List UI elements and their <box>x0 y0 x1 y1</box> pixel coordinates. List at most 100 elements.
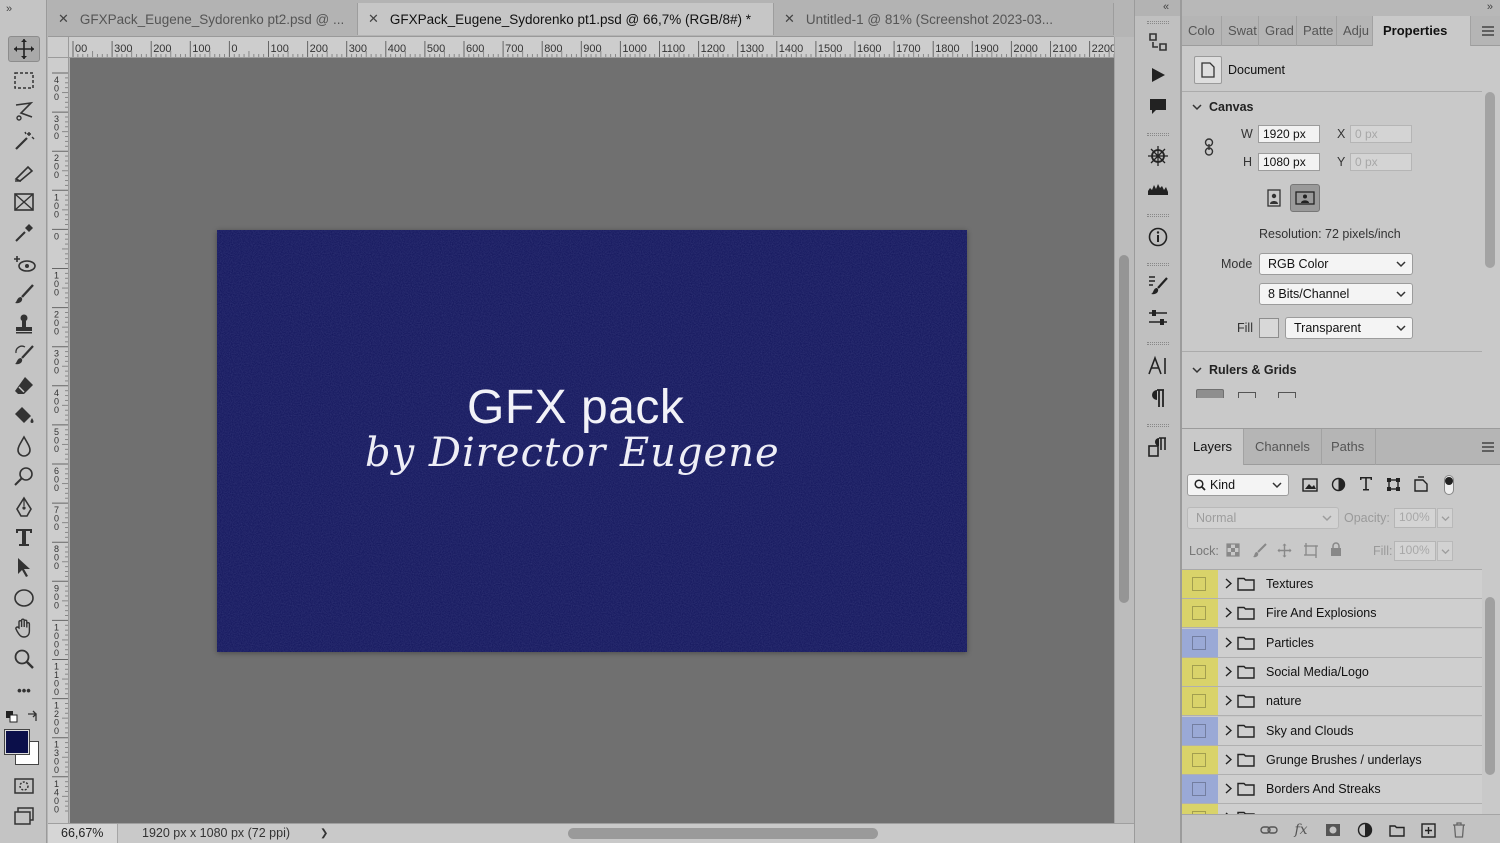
comments-panel-button[interactable] <box>1144 95 1172 119</box>
grid-toggle-button[interactable] <box>1238 392 1256 398</box>
eraser-tool[interactable] <box>8 372 40 398</box>
character-panel-button[interactable] <box>1144 354 1172 378</box>
filter-pixel-layers-icon[interactable] <box>1302 478 1318 492</box>
eyedropper-tool[interactable] <box>8 220 40 246</box>
horizontal-ruler[interactable]: 00 300 200 100 0 100 200 300 400 500 600 700 800 900 1… <box>48 37 1114 58</box>
foreground-color-swatch[interactable] <box>4 729 30 755</box>
expand-arrow-icon[interactable] <box>1225 666 1232 677</box>
expand-arrow-icon[interactable] <box>1225 783 1232 794</box>
layer-row[interactable]: Particles <box>1182 628 1482 658</box>
filter-smart-objects-icon[interactable] <box>1414 476 1428 492</box>
expand-arrow-icon[interactable] <box>1225 695 1232 706</box>
actions-panel-button[interactable] <box>1144 63 1172 87</box>
new-layer-button[interactable] <box>1419 821 1437 839</box>
swap-colors-icon[interactable] <box>26 710 39 723</box>
document-tab-pt2[interactable]: ✕ GFXPack_Eugene_Sydorenko pt2.psd @ ... <box>48 3 358 35</box>
layer-row[interactable] <box>1182 804 1482 814</box>
paragraph-styles-button[interactable] <box>1144 435 1172 459</box>
tab-color[interactable]: Colo <box>1182 16 1222 46</box>
blend-mode-select[interactable]: Normal <box>1187 507 1339 529</box>
layer-visibility-toggle[interactable] <box>1192 752 1206 767</box>
lasso-tool[interactable] <box>8 98 40 124</box>
close-tab-icon[interactable]: ✕ <box>58 11 69 27</box>
path-selection-tool[interactable] <box>8 554 40 580</box>
document-canvas[interactable]: GFX pack by Director Eugene <box>217 230 967 652</box>
close-tab-icon[interactable]: ✕ <box>368 11 379 27</box>
move-tool[interactable] <box>8 36 40 62</box>
blur-tool[interactable] <box>8 433 40 459</box>
frame-tool[interactable] <box>8 189 40 215</box>
spot-healing-tool[interactable] <box>8 251 40 277</box>
dodge-tool[interactable] <box>8 463 40 489</box>
rectangular-marquee-tool[interactable] <box>8 68 40 94</box>
lock-position-icon[interactable] <box>1277 543 1292 558</box>
tab-layers[interactable]: Layers <box>1182 429 1245 465</box>
lock-image-pixels-icon[interactable] <box>1252 543 1267 558</box>
history-panel-button[interactable] <box>1144 30 1172 54</box>
close-tab-icon[interactable]: ✕ <box>784 11 795 27</box>
link-layers-button[interactable] <box>1260 821 1278 839</box>
collapse-panels-button[interactable]: « <box>1135 0 1180 16</box>
new-adjustment-layer-button[interactable] <box>1356 821 1374 839</box>
tab-paths[interactable]: Paths <box>1320 429 1377 465</box>
canvas-x-input[interactable]: 0 px <box>1350 125 1412 143</box>
layer-fill-input[interactable]: 100% <box>1394 541 1436 561</box>
add-layer-style-button[interactable]: fx <box>1292 821 1310 839</box>
info-panel-button[interactable] <box>1144 225 1172 249</box>
quick-mask-button[interactable] <box>8 773 40 799</box>
lock-artboard-icon[interactable] <box>1303 543 1319 558</box>
delete-layer-button[interactable] <box>1450 821 1468 839</box>
opacity-input[interactable]: 100% <box>1394 508 1436 528</box>
landscape-orientation-button[interactable] <box>1290 184 1320 212</box>
portrait-orientation-button[interactable] <box>1264 186 1284 210</box>
ellipse-tool[interactable] <box>8 585 40 611</box>
layer-visibility-toggle[interactable] <box>1192 635 1206 650</box>
link-dimensions-icon[interactable] <box>1204 138 1214 156</box>
tab-channels[interactable]: Channels <box>1244 429 1322 465</box>
properties-scrollbar-thumb[interactable] <box>1485 92 1495 268</box>
lock-all-icon[interactable] <box>1330 542 1342 557</box>
tab-gradients[interactable]: Grad <box>1259 16 1297 46</box>
layer-filter-kind-select[interactable]: Kind <box>1187 474 1289 496</box>
canvas-section-header[interactable]: Canvas <box>1192 100 1253 114</box>
canvas-width-input[interactable]: 1920 px <box>1258 125 1320 143</box>
expand-arrow-icon[interactable] <box>1225 637 1232 648</box>
panel-menu-icon[interactable] <box>1481 442 1495 452</box>
filter-adjustment-layers-icon[interactable] <box>1331 477 1346 492</box>
type-tool[interactable] <box>8 524 40 550</box>
add-mask-button[interactable] <box>1324 821 1342 839</box>
paragraph-panel-button[interactable] <box>1144 386 1172 410</box>
layer-row[interactable]: Sky and Clouds <box>1182 716 1482 746</box>
toolbar-grip[interactable]: » <box>0 0 47 20</box>
guides-toggle-button[interactable] <box>1278 392 1296 398</box>
scrollbar-thumb[interactable] <box>1119 255 1129 603</box>
canvas-y-input[interactable]: 0 px <box>1350 153 1412 171</box>
filter-type-layers-icon[interactable] <box>1359 476 1373 491</box>
zoom-tool[interactable] <box>8 646 40 672</box>
hand-tool[interactable] <box>8 615 40 641</box>
rulers-grids-section-header[interactable]: Rulers & Grids <box>1192 363 1297 377</box>
fill-dropdown[interactable] <box>1437 541 1453 561</box>
layer-visibility-toggle[interactable] <box>1192 782 1206 797</box>
bit-depth-select[interactable]: 8 Bits/Channel <box>1259 283 1413 305</box>
canvas-height-input[interactable]: 1080 px <box>1258 153 1320 171</box>
layer-row[interactable]: nature <box>1182 687 1482 717</box>
ruler-toggle-button[interactable] <box>1196 389 1224 398</box>
clone-stamp-tool[interactable] <box>8 311 40 337</box>
color-mode-select[interactable]: RGB Color <box>1259 253 1413 275</box>
status-menu-arrow[interactable]: ❯ <box>320 824 328 843</box>
lock-transparent-pixels-icon[interactable] <box>1226 543 1240 557</box>
filter-toggle-switch[interactable] <box>1444 475 1454 495</box>
tab-adjustments[interactable]: Adju <box>1337 16 1373 46</box>
pen-alt-tool[interactable] <box>8 159 40 185</box>
zoom-level-field[interactable]: 66,67% <box>48 824 118 843</box>
layer-visibility-toggle[interactable] <box>1192 606 1206 621</box>
layer-row[interactable]: Borders And Streaks <box>1182 775 1482 805</box>
vertical-ruler[interactable]: 4003002001000100200300400500600700800900… <box>48 58 69 823</box>
ruler-origin[interactable] <box>48 37 69 58</box>
layer-row[interactable]: Social Media/Logo <box>1182 657 1482 687</box>
document-tab-untitled[interactable]: ✕ Untitled-1 @ 81% (Screenshot 2023-03..… <box>774 3 1114 35</box>
tab-swatches[interactable]: Swat <box>1222 16 1259 46</box>
magic-wand-tool[interactable] <box>8 128 40 154</box>
layer-visibility-toggle[interactable] <box>1192 694 1206 709</box>
